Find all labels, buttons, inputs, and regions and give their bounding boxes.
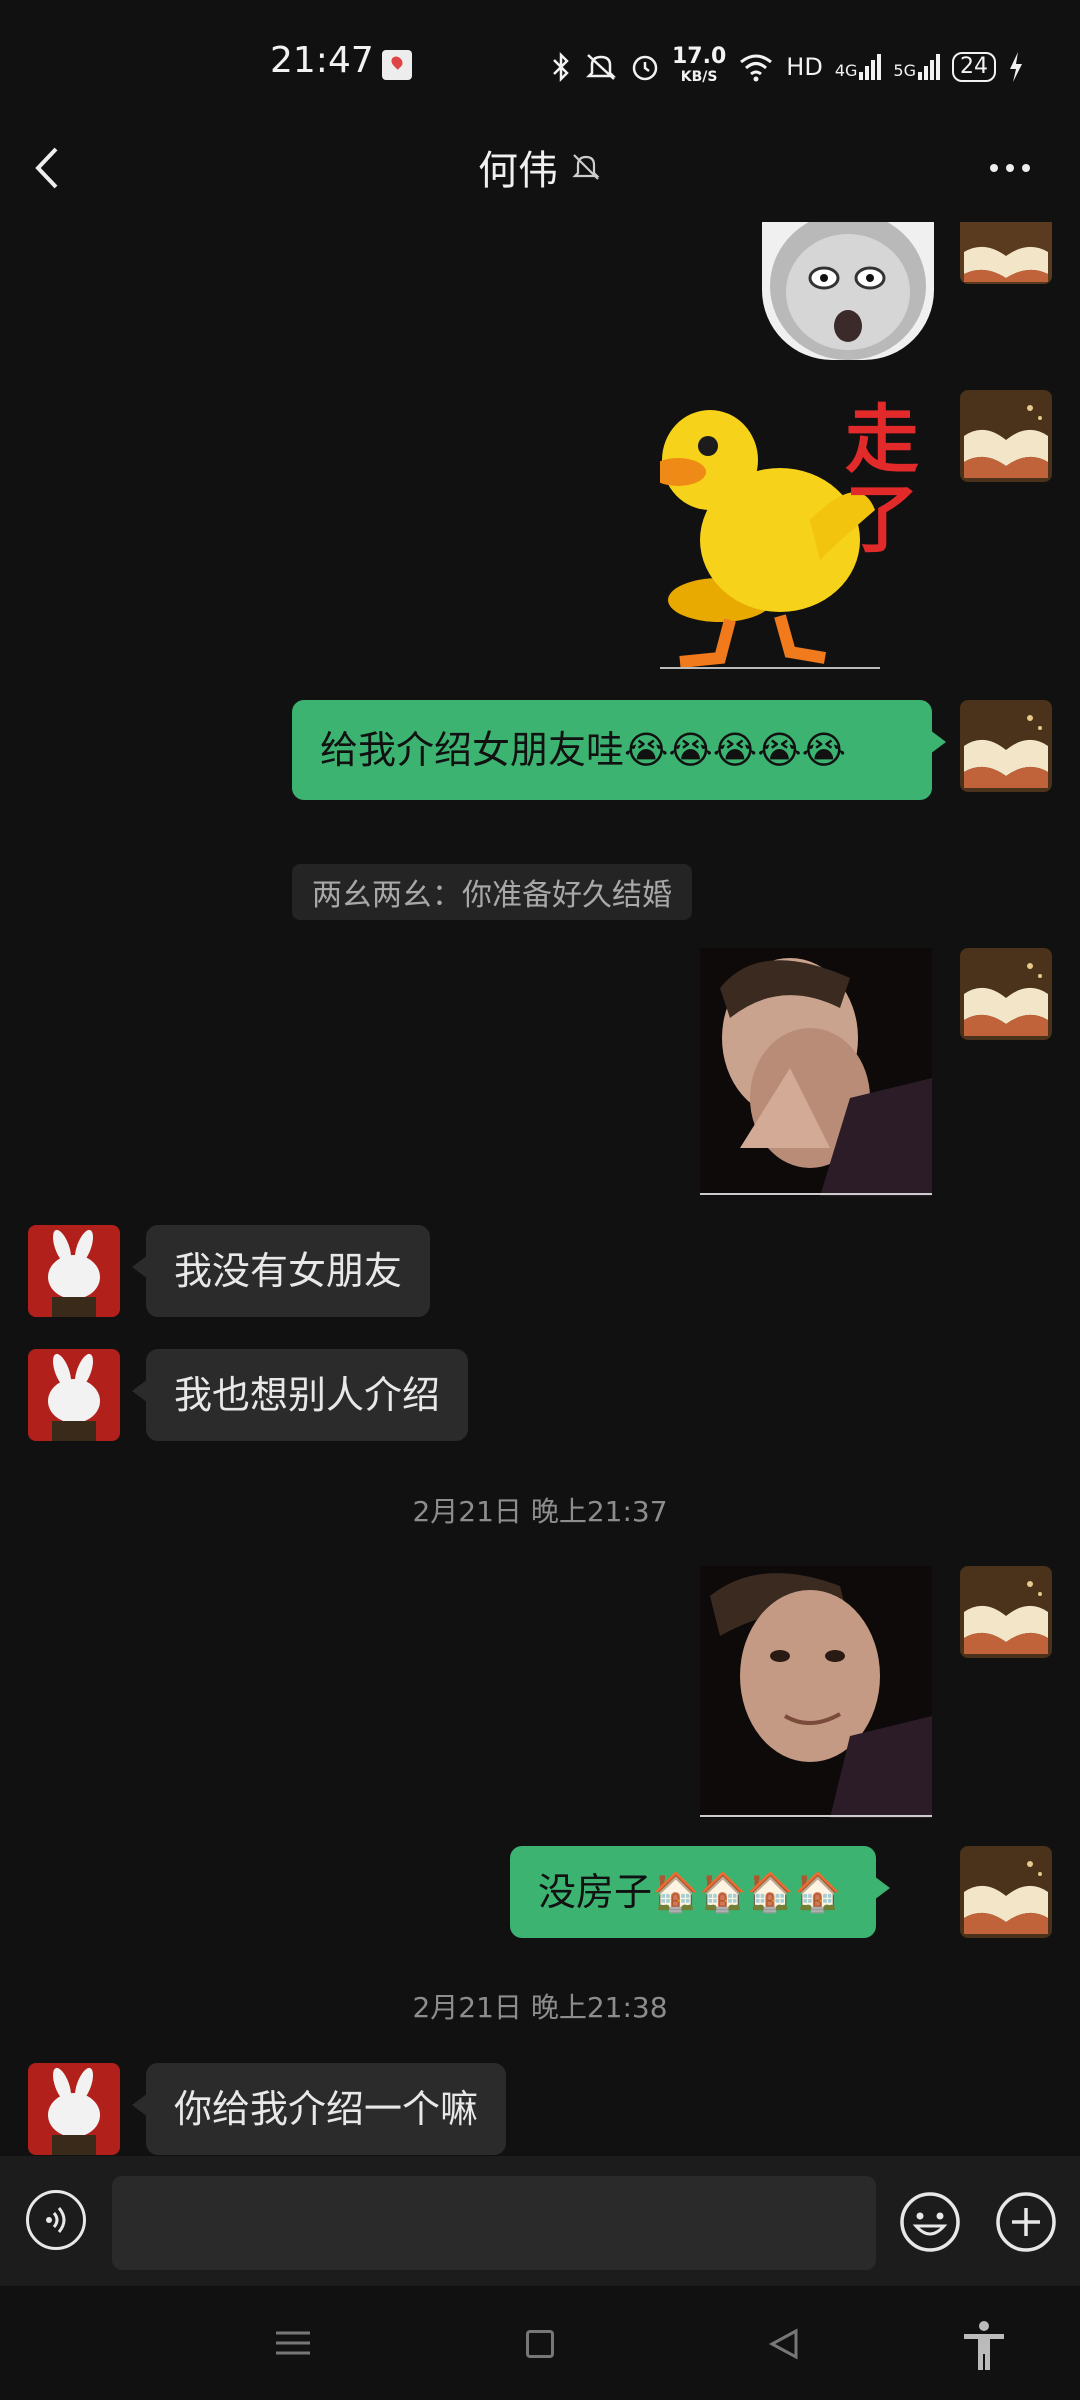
status-indicators: 17.0 KB/S HD 4G 5G 24 xyxy=(550,42,1024,92)
accessibility-icon[interactable] xyxy=(962,2320,1006,2372)
contact-name: 何伟 xyxy=(478,148,558,194)
message-bubble-received[interactable]: 我也想别人介绍 xyxy=(131,1349,469,1441)
man-crying-photo[interactable] xyxy=(700,948,932,1196)
message-input[interactable] xyxy=(112,2176,876,2270)
my-avatar[interactable] xyxy=(960,390,1052,482)
emoji-icon[interactable] xyxy=(898,2190,962,2254)
contact-avatar[interactable] xyxy=(28,1225,120,1317)
duck-leaving-sticker[interactable]: 走了 xyxy=(660,390,930,670)
message-bubble-received[interactable]: 我没有女朋友 xyxy=(131,1225,431,1317)
plus-icon[interactable] xyxy=(994,2190,1058,2254)
message-text: 我也想别人介绍 xyxy=(174,1373,441,1417)
map-pin-icon xyxy=(382,50,412,80)
network-speed: 17.0 KB/S xyxy=(672,44,727,86)
message-bubble-sent[interactable]: 给我介绍女朋友哇😭😭😭😭😭 xyxy=(292,700,946,800)
message-bubble-received[interactable]: 你给我介绍一个嘛 xyxy=(131,2063,507,2155)
message-bubble-sent[interactable]: 没房子🏠🏠🏠🏠 xyxy=(510,1846,890,1938)
message-text: 给我介绍女朋友哇😭😭😭😭😭 xyxy=(320,728,847,772)
message-timestamp: 2月21日 晚上21:38 xyxy=(412,1991,668,2024)
alarm-icon xyxy=(632,55,658,81)
man-smiling-photo[interactable] xyxy=(700,1566,932,1818)
battery-level: 24 xyxy=(951,52,996,82)
mute-icon xyxy=(585,54,617,80)
back-triangle-icon[interactable] xyxy=(768,2328,800,2360)
contact-avatar[interactable] xyxy=(28,2063,120,2155)
message-text: 我没有女朋友 xyxy=(174,1249,403,1293)
voice-icon[interactable] xyxy=(26,2190,86,2250)
more-dots-icon[interactable] xyxy=(990,160,1036,176)
contact-avatar[interactable] xyxy=(28,1349,120,1441)
bell-off-icon xyxy=(572,154,600,180)
sticker-text: 走了 xyxy=(845,397,919,563)
chat-title: 何伟 xyxy=(0,138,1080,196)
my-avatar[interactable] xyxy=(960,1846,1052,1938)
my-avatar[interactable] xyxy=(960,1566,1052,1658)
wifi-icon xyxy=(740,54,773,82)
menu-icon[interactable] xyxy=(276,2330,310,2356)
signal-4g: 4G xyxy=(835,54,882,80)
quoted-message[interactable]: 两幺两幺：你准备好久结婚 xyxy=(292,864,692,920)
bluetooth-icon xyxy=(553,51,569,83)
signal-5g: 5G xyxy=(893,54,940,80)
status-time: 21:47 xyxy=(270,40,374,81)
message-text: 你给我介绍一个嘛 xyxy=(174,2087,479,2131)
hd-label: HD xyxy=(786,53,823,81)
my-avatar[interactable] xyxy=(960,948,1052,1040)
message-text: 没房子🏠🏠🏠🏠 xyxy=(538,1870,842,1914)
surprised-face-sticker[interactable] xyxy=(762,222,934,360)
my-avatar[interactable] xyxy=(960,222,1052,284)
charging-icon xyxy=(1009,52,1022,82)
my-avatar[interactable] xyxy=(960,700,1052,792)
home-icon[interactable] xyxy=(526,2330,554,2358)
message-timestamp: 2月21日 晚上21:37 xyxy=(412,1495,668,1528)
